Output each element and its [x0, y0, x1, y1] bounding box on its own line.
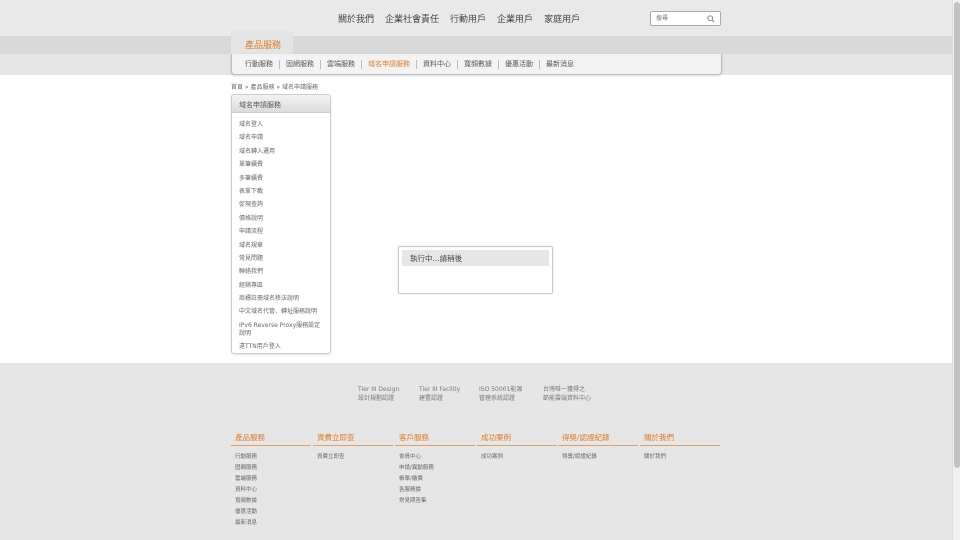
footer-link[interactable]: 雲端服務 — [235, 474, 311, 485]
footer-column-service: 客戶服務 會員中心 申請/異動服務 帳單/繳費 各服務據 常見問答集 — [395, 432, 475, 507]
certification: 台灣唯一獲得之 節能雲端資料中心 — [543, 385, 591, 403]
top-nav-item-home[interactable]: 家庭用戶 — [544, 12, 580, 25]
footer-column-title[interactable]: 成功案例 — [477, 432, 557, 446]
footer-link[interactable]: 關於我們 — [644, 452, 720, 463]
sub-nav-item-domain[interactable]: 域名申請服務 — [362, 59, 416, 69]
top-nav-item-csr[interactable]: 企業社會責任 — [385, 12, 439, 25]
side-menu-item[interactable]: 申請流程 — [239, 228, 326, 241]
top-nav-item-mobile[interactable]: 行動用戶 — [450, 12, 486, 25]
sub-nav-item-news[interactable]: 最新消息 — [540, 59, 580, 69]
side-menu-item[interactable]: 聯絡我們 — [239, 268, 326, 281]
side-menu-item[interactable]: 單筆續費 — [239, 161, 326, 174]
footer-column-awards: 得獎/認證紀錄 得獎/認證紀錄 — [558, 432, 638, 463]
footer — [0, 363, 952, 540]
footer-link[interactable]: 常見問答集 — [399, 496, 475, 507]
footer-link[interactable]: 得獎/認證紀錄 — [562, 452, 638, 463]
side-menu: 域名申請服務 域名登入 域名申請 域名轉入遷用 單筆續費 多筆續費 表單下載 促… — [231, 94, 331, 354]
footer-column-title[interactable]: 產品服務 — [231, 432, 311, 446]
certification-line: 建置認證 — [419, 395, 444, 402]
footer-link[interactable]: 資費立即查 — [317, 452, 393, 463]
search-input[interactable] — [651, 12, 703, 25]
vertical-scrollbar[interactable] — [952, 0, 960, 540]
sub-nav-item-promotions[interactable]: 優惠活動 — [499, 59, 539, 69]
side-menu-item[interactable]: 域名登入 — [239, 121, 326, 134]
footer-column-products: 產品服務 行動服務 固網服務 雲端服務 資料中心 寬頻數據 優惠活動 最新消息 — [231, 432, 311, 529]
side-menu-item[interactable]: 遠TTN用戶登入 — [239, 343, 326, 356]
footer-link[interactable]: 成功案例 — [481, 452, 557, 463]
side-menu-item[interactable]: 域名申請 — [239, 134, 326, 147]
footer-link[interactable]: 各服務據 — [399, 485, 475, 496]
scrollbar-thumb[interactable] — [954, 2, 960, 468]
top-nav-item-about[interactable]: 關於我們 — [338, 12, 374, 25]
sub-nav-item-mobile[interactable]: 行動服務 — [239, 59, 279, 69]
footer-column-title[interactable]: 得獎/認證紀錄 — [558, 432, 638, 446]
side-menu-item[interactable]: 促現查詢 — [239, 201, 326, 214]
footer-link[interactable]: 申請/異動服務 — [399, 463, 475, 474]
footer-link[interactable]: 會員中心 — [399, 452, 475, 463]
side-menu-item[interactable]: 中文域名代管、轉址服務說明 — [239, 308, 326, 321]
side-menu-item[interactable]: 域名轉入遷用 — [239, 148, 326, 161]
certification-line: 節能雲端資料中心 — [543, 395, 592, 402]
breadcrumb: 首頁 » 產品服務 » 域名申請服務 — [231, 84, 318, 91]
sub-nav-item-datacenter[interactable]: 資料中心 — [417, 59, 457, 69]
side-menu-item[interactable]: IPv6 Reverse Proxy服務設定說明 — [239, 322, 326, 343]
top-nav-item-enterprise[interactable]: 企業用戶 — [497, 12, 533, 25]
footer-link[interactable]: 優惠活動 — [235, 507, 311, 518]
footer-column-title[interactable]: 關於我們 — [640, 432, 720, 446]
side-menu-item[interactable]: 多筆續費 — [239, 175, 326, 188]
footer-column-title[interactable]: 資費立即查 — [313, 432, 393, 446]
search-box — [650, 11, 721, 26]
search-icon[interactable] — [707, 15, 715, 23]
certification: Tier III Facility 建置認證 — [419, 385, 460, 403]
product-bar — [0, 36, 952, 54]
loading-dialog: 執行中...請稍後 — [398, 246, 553, 294]
footer-link[interactable]: 固網服務 — [235, 463, 311, 474]
footer-column-cases: 成功案例 成功案例 — [477, 432, 557, 463]
certification: Tier III Design 設計規劃認證 — [358, 385, 399, 403]
main-content — [0, 75, 952, 363]
side-menu-item[interactable]: 經銷專區 — [239, 282, 326, 295]
footer-link[interactable]: 行動服務 — [235, 452, 311, 463]
certification-line: 設計規劃認證 — [358, 395, 395, 402]
certification-line: 台灣唯一獲得之 — [543, 386, 586, 393]
sub-nav-item-broadband[interactable]: 寬頻數據 — [458, 59, 498, 69]
sub-nav: 行動服務 固網服務 雲端服務 域名申請服務 資料中心 寬頻數據 優惠活動 最新消… — [231, 54, 722, 75]
footer-column-about: 關於我們 關於我們 — [640, 432, 720, 463]
product-tab[interactable]: 產品服務 — [231, 31, 293, 54]
sub-nav-item-cloud[interactable]: 雲端服務 — [321, 59, 361, 69]
footer-link[interactable]: 資料中心 — [235, 485, 311, 496]
side-menu-item[interactable]: 常見問題 — [239, 255, 326, 268]
sub-nav-item-fixed[interactable]: 固網服務 — [280, 59, 320, 69]
side-menu-item[interactable]: 表單下載 — [239, 188, 326, 201]
side-menu-item[interactable]: 域名規章 — [239, 242, 326, 255]
certification: ISO 50001能源 管理系統認證 — [479, 385, 522, 403]
footer-column-title[interactable]: 客戶服務 — [395, 432, 475, 446]
footer-link[interactable]: 寬頻數據 — [235, 496, 311, 507]
footer-column-rates: 資費立即查 資費立即查 — [313, 432, 393, 463]
footer-link[interactable]: 帳單/繳費 — [399, 474, 475, 485]
side-menu-list: 域名登入 域名申請 域名轉入遷用 單筆續費 多筆續費 表單下載 促現查詢 價格說… — [239, 121, 326, 356]
certification-line: Tier III Facility — [419, 386, 461, 393]
certification-line: 管理系統認證 — [479, 395, 516, 402]
top-nav: 關於我們 企業社會責任 行動用戶 企業用戶 家庭用戶 — [338, 12, 580, 25]
side-menu-title: 域名申請服務 — [232, 95, 330, 113]
side-menu-item[interactable]: 價格說明 — [239, 215, 326, 228]
certification-line: Tier III Design — [358, 386, 400, 393]
loading-message: 執行中...請稍後 — [402, 250, 549, 266]
side-menu-item[interactable]: 商標註冊域名移法說明 — [239, 295, 326, 308]
certification-line: ISO 50001能源 — [479, 386, 523, 393]
footer-link[interactable]: 最新消息 — [235, 518, 311, 529]
